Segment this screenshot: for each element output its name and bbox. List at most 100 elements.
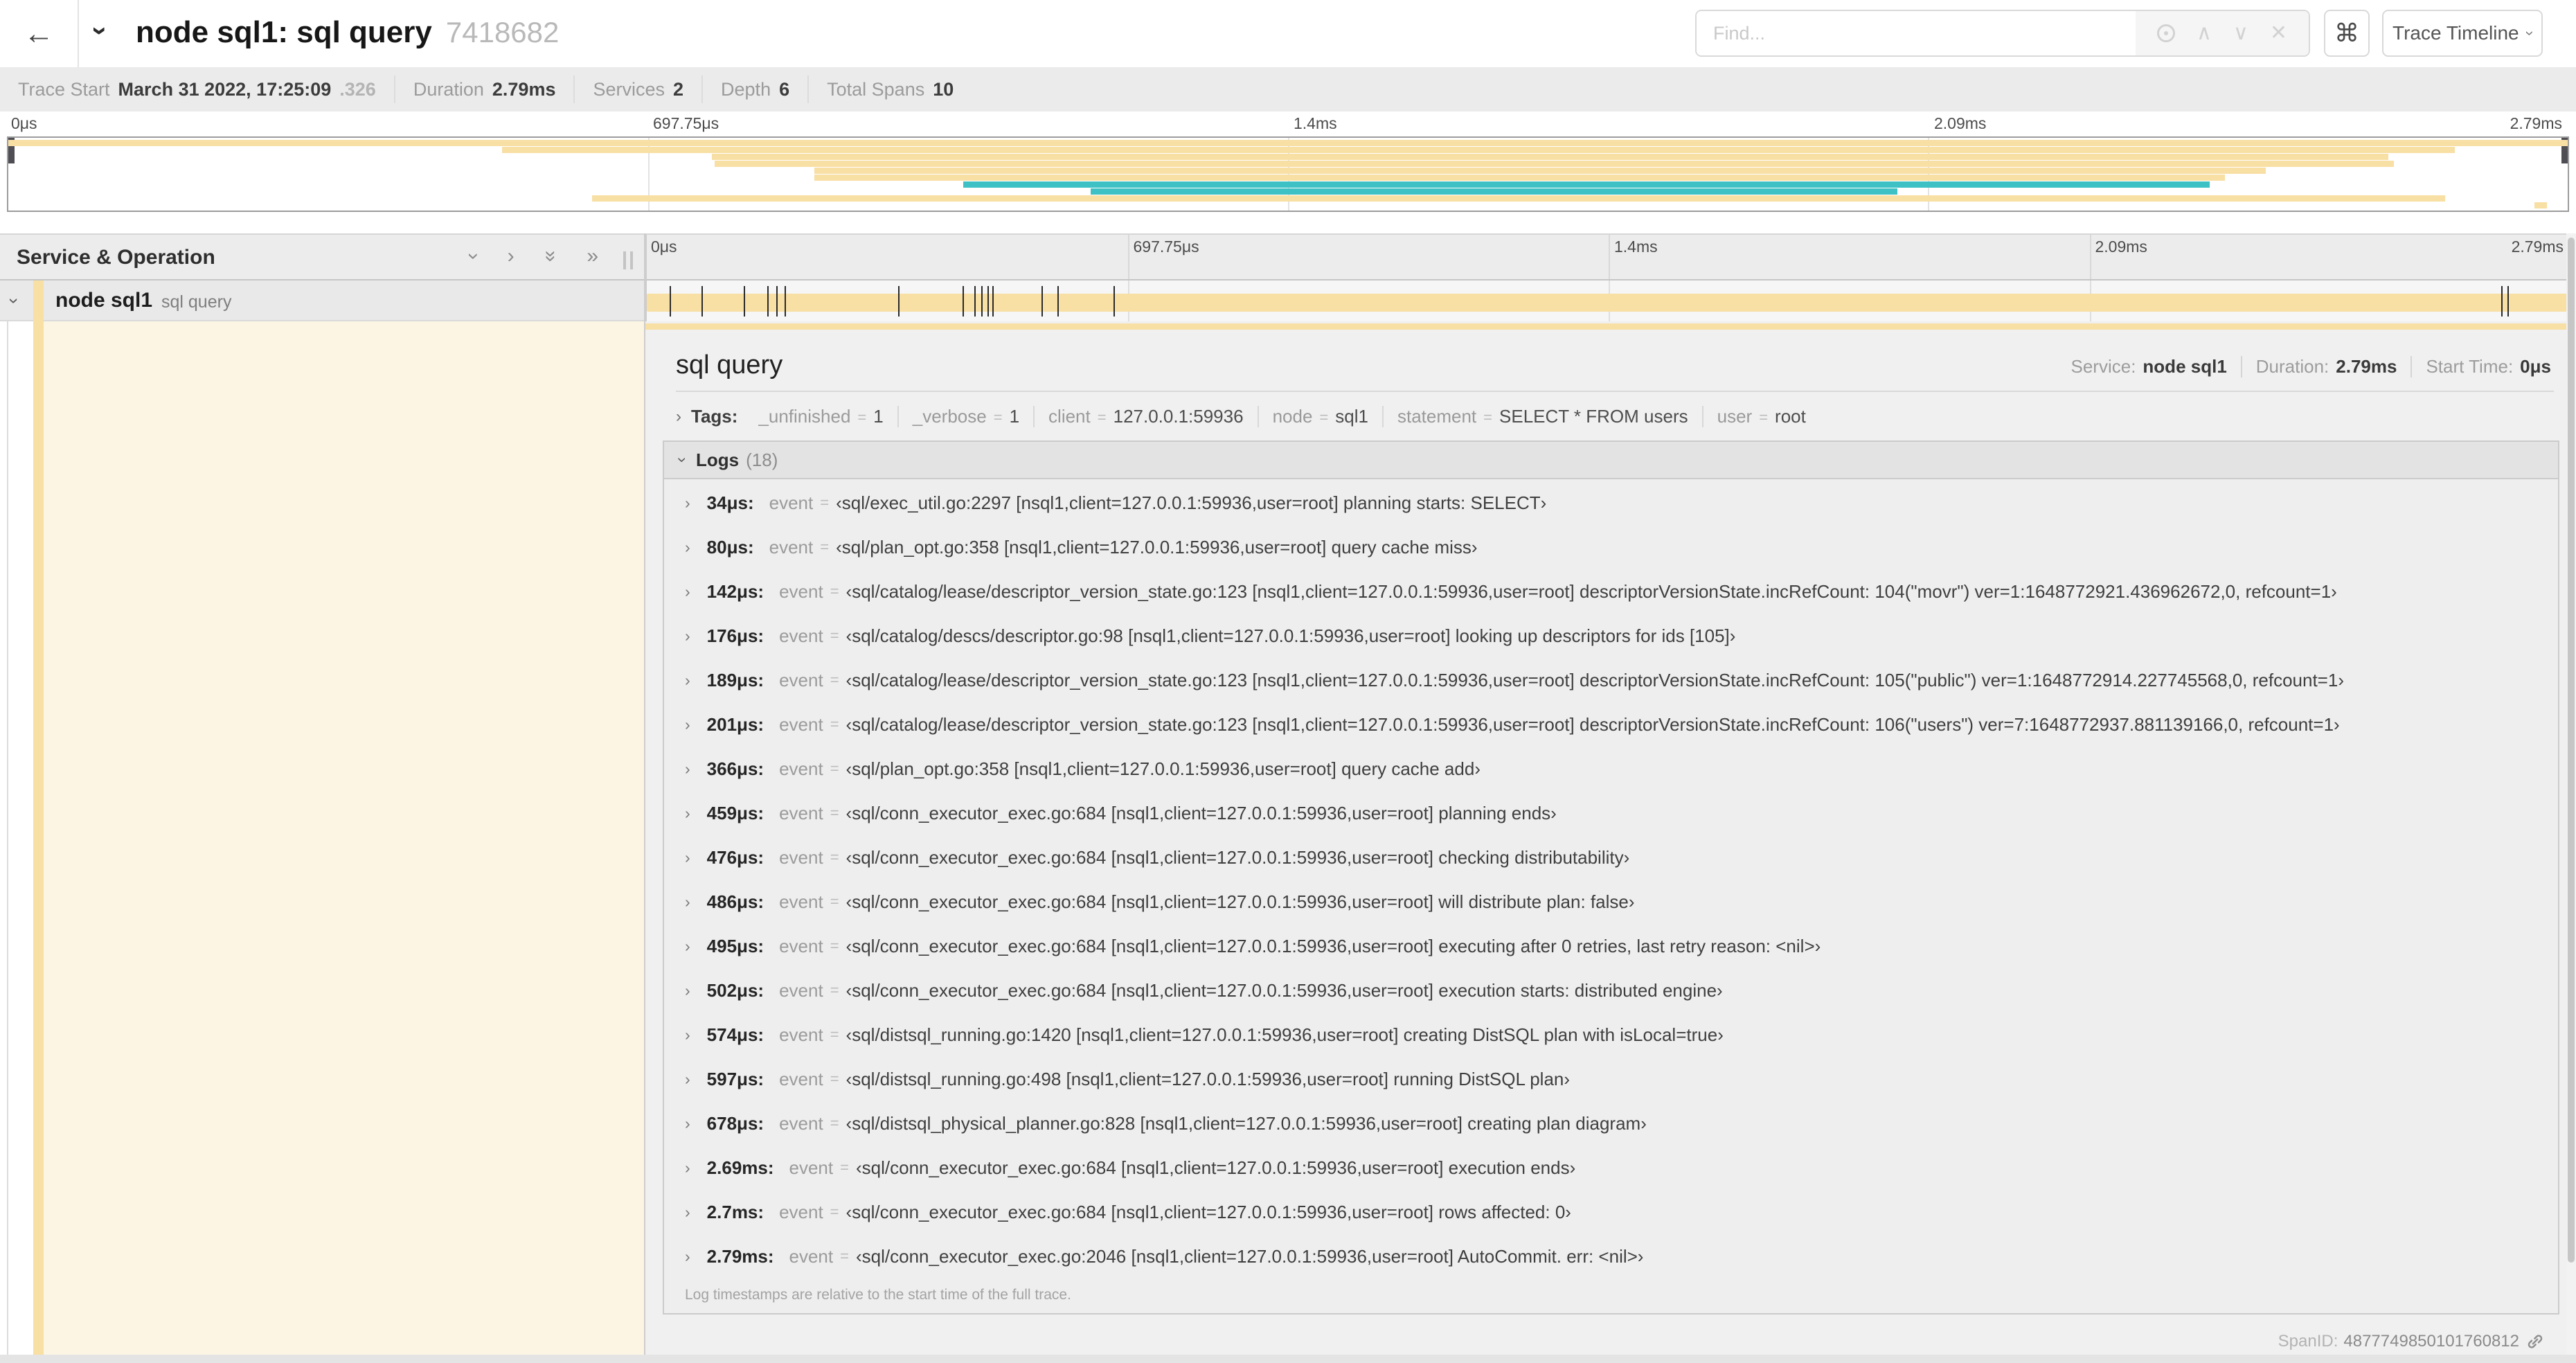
column-divider[interactable] xyxy=(644,233,645,1363)
equals-sign: = xyxy=(830,1070,839,1087)
back-arrow-icon: ← xyxy=(24,16,54,51)
timeline-ruler: 0μs 697.75μs 1.4ms 2.09ms 2.79ms xyxy=(645,233,2570,280)
trace-view-dropdown[interactable]: Trace Timeline › xyxy=(2382,10,2543,57)
log-marker-tick[interactable] xyxy=(1113,286,1116,317)
log-field-value: ‹sql/conn_executor_exec.go:684 [nsql1,cl… xyxy=(846,1201,1571,1222)
log-entry[interactable]: › 2.79ms: event = ‹sql/conn_executor_exec.go… xyxy=(664,1234,2558,1279)
ruler-tick-label: 0μs xyxy=(651,238,677,256)
log-marker-tick[interactable] xyxy=(1041,286,1044,317)
log-marker-tick[interactable] xyxy=(987,286,989,317)
tag-key: client xyxy=(1048,406,1091,427)
tags-accordion[interactable]: › Tags: _unfinished = 1 _verbose = 1 client = 12… xyxy=(676,406,1820,427)
log-entry[interactable]: › 142μs: event = ‹sql/catalog/lease/descript… xyxy=(664,569,2558,614)
locate-span-icon[interactable] xyxy=(2156,24,2175,42)
log-marker-tick[interactable] xyxy=(776,286,778,317)
link-icon[interactable] xyxy=(2525,1331,2546,1352)
log-entry[interactable]: › 201μs: event = ‹sql/catalog/lease/descript… xyxy=(664,702,2558,747)
log-field-key: event xyxy=(779,713,823,735)
collapse-one-icon[interactable]: › xyxy=(462,253,485,260)
log-entry[interactable]: › 476μs: event = ‹sql/conn_executor_exec.go:… xyxy=(664,835,2558,880)
expand-one-icon[interactable]: › xyxy=(508,244,515,268)
log-marker-tick[interactable] xyxy=(962,286,964,317)
log-marker-tick[interactable] xyxy=(981,286,983,317)
tag-item: _verbose = 1 xyxy=(899,406,1035,427)
summary-label: Services xyxy=(593,78,665,100)
log-field-value: ‹sql/plan_opt.go:358 [nsql1,client=127.0… xyxy=(836,536,1478,558)
span-children-chevron-icon[interactable]: › xyxy=(3,298,25,304)
log-marker-tick[interactable] xyxy=(974,286,976,317)
span-timeline-track[interactable] xyxy=(645,280,2570,321)
span-detail-meta: Service: node sql1 Duration: 2.79ms Start Ti… xyxy=(2057,356,2551,377)
log-entry[interactable]: › 486μs: event = ‹sql/conn_executor_exec.go:… xyxy=(664,880,2558,924)
log-entry[interactable]: › 176μs: event = ‹sql/catalog/descs/descript… xyxy=(664,614,2558,658)
top-bar: ← › node sql1: sql query7418682 ∧ ∨ ✕ ⌘ … xyxy=(0,0,2576,67)
log-field-value: ‹sql/conn_executor_exec.go:684 [nsql1,cl… xyxy=(846,979,1723,1001)
log-marker-tick[interactable] xyxy=(992,286,994,317)
log-timestamp: 2.69ms: xyxy=(706,1157,774,1178)
meta-value: node sql1 xyxy=(2143,356,2227,377)
trace-minimap[interactable] xyxy=(7,136,2569,212)
prev-result-chevron-up-icon[interactable]: ∧ xyxy=(2197,23,2212,44)
log-field-key: event xyxy=(779,891,823,912)
detail-title-divider xyxy=(676,391,2554,392)
log-marker-tick[interactable] xyxy=(2501,286,2503,317)
log-field-key: event xyxy=(779,1068,823,1089)
log-timestamp: 366μs: xyxy=(706,758,764,779)
log-entry[interactable]: › 80μs: event = ‹sql/plan_opt.go:358 [nsql1,… xyxy=(664,525,2558,569)
log-entry[interactable]: › 2.69ms: event = ‹sql/conn_executor_exec.go… xyxy=(664,1146,2558,1190)
log-entry[interactable]: › 189μs: event = ‹sql/catalog/lease/descript… xyxy=(664,658,2558,702)
tag-key: _unfinished xyxy=(758,406,851,427)
tag-list: _unfinished = 1 _verbose = 1 client = 127.0.0.1:… xyxy=(744,406,1819,427)
trace-summary-item: Duration 2.79ms xyxy=(395,75,575,103)
log-field-value: ‹sql/catalog/lease/descriptor_version_st… xyxy=(846,580,2337,602)
log-entry[interactable]: › 2.7ms: event = ‹sql/conn_executor_exec.go:… xyxy=(664,1190,2558,1234)
equals-sign: = xyxy=(830,627,839,644)
log-entry[interactable]: › 502μs: event = ‹sql/conn_executor_exec.go:… xyxy=(664,968,2558,1013)
log-field-value: ‹sql/conn_executor_exec.go:684 [nsql1,cl… xyxy=(846,935,1821,956)
next-result-chevron-down-icon[interactable]: ∨ xyxy=(2233,23,2248,44)
minimap-span-bar xyxy=(712,154,2389,160)
collapse-all-icon[interactable]: » xyxy=(539,251,562,262)
clear-search-icon[interactable]: ✕ xyxy=(2270,23,2287,44)
logs-accordion-header[interactable]: › Logs (18) xyxy=(664,442,2558,479)
ruler-tick-label: 0μs xyxy=(11,114,37,132)
log-marker-tick[interactable] xyxy=(1057,286,1059,317)
find-input[interactable] xyxy=(1697,11,2136,55)
log-entry[interactable]: › 597μs: event = ‹sql/distsql_running.go:498… xyxy=(664,1057,2558,1101)
column-resizer-handle[interactable] xyxy=(623,251,633,269)
vertical-scrollbar[interactable] xyxy=(2566,233,2576,1363)
minimap-span-bar xyxy=(502,147,2456,153)
log-entry[interactable]: › 366μs: event = ‹sql/plan_opt.go:358 [nsql1… xyxy=(664,747,2558,791)
log-marker-tick[interactable] xyxy=(767,286,769,317)
equals-sign: = xyxy=(830,760,839,777)
log-marker-tick[interactable] xyxy=(898,286,900,317)
chevron-right-icon: › xyxy=(685,1069,690,1088)
span-duration-bar[interactable] xyxy=(647,294,2570,312)
log-marker-tick[interactable] xyxy=(701,286,703,317)
chevron-right-icon: › xyxy=(685,582,690,600)
tag-value: SELECT * FROM users xyxy=(1499,406,1688,427)
log-marker-tick[interactable] xyxy=(669,286,671,317)
equals-sign: = xyxy=(830,671,839,688)
chevron-right-icon: › xyxy=(685,1025,690,1044)
log-timestamp: 80μs: xyxy=(706,536,754,558)
chevron-right-icon: › xyxy=(676,407,681,426)
collapse-trace-chevron-icon[interactable]: › xyxy=(84,26,116,35)
log-marker-tick[interactable] xyxy=(2507,286,2510,317)
log-field-value: ‹sql/catalog/lease/descriptor_version_st… xyxy=(846,713,2340,735)
log-field-key: event xyxy=(769,536,814,558)
log-timestamp: 495μs: xyxy=(706,935,764,956)
span-row-label[interactable]: › node sql1 sql query xyxy=(0,280,644,321)
log-entry[interactable]: › 678μs: event = ‹sql/distsql_physical_plann… xyxy=(664,1101,2558,1146)
log-entry[interactable]: › 459μs: event = ‹sql/conn_executor_exec.go:… xyxy=(664,791,2558,835)
log-field-key: event xyxy=(789,1157,834,1178)
log-entry[interactable]: › 34μs: event = ‹sql/exec_util.go:2297 [nsql… xyxy=(664,481,2558,525)
keyboard-shortcuts-button[interactable]: ⌘ xyxy=(2324,10,2370,57)
log-entry[interactable]: › 574μs: event = ‹sql/distsql_running.go:142… xyxy=(664,1013,2558,1057)
scrollbar-thumb[interactable] xyxy=(2568,238,2575,1263)
log-marker-tick[interactable] xyxy=(744,286,746,317)
log-marker-tick[interactable] xyxy=(785,286,787,317)
expand-all-icon[interactable]: » xyxy=(587,244,598,268)
log-entry[interactable]: › 495μs: event = ‹sql/conn_executor_exec.go:… xyxy=(664,924,2558,968)
back-button[interactable]: ← xyxy=(0,0,79,67)
